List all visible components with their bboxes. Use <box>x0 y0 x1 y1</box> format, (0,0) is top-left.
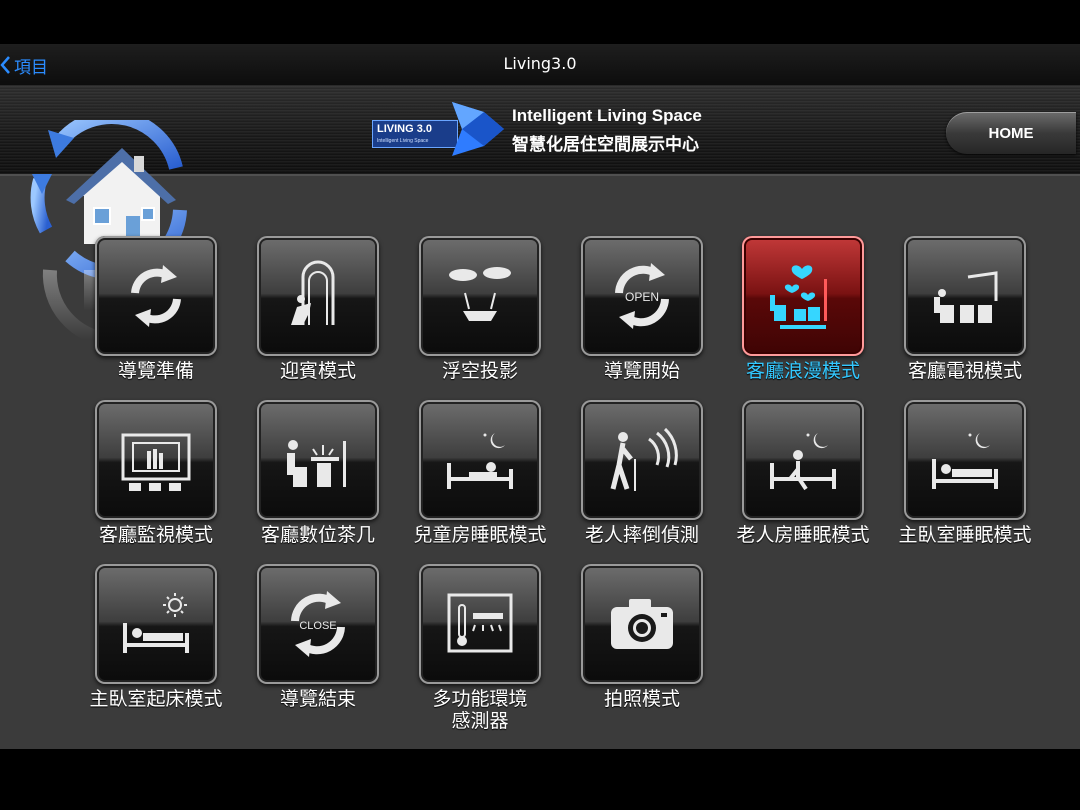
elder-bed-moon-icon <box>770 433 836 491</box>
welcome-door-icon <box>291 260 335 325</box>
mode-label: 兒童房睡眠模式 <box>413 524 547 546</box>
surveillance-monitor-icon <box>121 433 191 491</box>
bed-moon-icon <box>932 433 998 489</box>
tv-watching-icon <box>934 271 998 323</box>
navigation-bar: 項目 Living3.0 <box>0 44 1080 86</box>
mode-label-line1: 多功能環境 <box>432 688 528 710</box>
home-button[interactable]: HOME <box>946 112 1076 154</box>
logo-title-zh: 智慧化居住空間展示中心 <box>512 135 699 155</box>
mode-label: 導覽結束 <box>279 688 356 710</box>
mode-button[interactable]: CLOSE <box>257 564 379 684</box>
mode-button[interactable] <box>95 564 217 684</box>
mode-button[interactable] <box>419 400 541 520</box>
elder-fall-detect-icon <box>610 427 678 491</box>
camera-icon <box>611 599 673 649</box>
nav-title: Living3.0 <box>503 54 577 73</box>
cycle-arrows-icon <box>131 265 181 327</box>
digital-tea-table-icon <box>287 440 346 487</box>
mode-label: 浮空投影 <box>441 360 518 382</box>
logo-box: LIVING 3.0 Intelligent Living Space <box>372 120 458 148</box>
mode-button[interactable] <box>904 236 1026 356</box>
environment-sensor-icon <box>447 593 513 653</box>
mode-label-line2: 感測器 <box>451 710 509 732</box>
brand-logo: LIVING 3.0 Intelligent Living Space Inte… <box>372 98 752 158</box>
bed-sun-icon <box>123 593 189 653</box>
mode-button[interactable] <box>419 236 541 356</box>
mode-button[interactable] <box>257 400 379 520</box>
mode-button[interactable] <box>419 564 541 684</box>
mode-label: 客廳數位茶几 <box>260 524 375 546</box>
mode-label: 客廳電視模式 <box>907 360 1022 382</box>
mode-button[interactable] <box>95 236 217 356</box>
mode-label: 老人摔倒偵測 <box>584 524 699 546</box>
mode-button[interactable] <box>257 236 379 356</box>
mode-label: 主臥室睡眠模式 <box>898 524 1032 546</box>
svg-text:OPEN: OPEN <box>625 290 659 304</box>
mode-button[interactable] <box>904 400 1026 520</box>
open-cycle-icon: OPEN <box>615 263 669 329</box>
mode-label: 迎賓模式 <box>279 360 356 382</box>
app-stage: LIVING 3.0 Intelligent Living Space Inte… <box>0 86 1080 749</box>
close-cycle-icon: CLOSE <box>291 591 345 657</box>
logo-arrow-icon <box>452 102 504 156</box>
mode-label: 多功能環境 感測器 <box>389 688 571 732</box>
mode-label: 拍照模式 <box>603 688 680 710</box>
child-bed-moon-icon <box>447 433 513 489</box>
romance-hearts-icon <box>770 265 827 329</box>
mode-label: 導覽準備 <box>117 360 194 382</box>
logo-title-en: Intelligent Living Space <box>512 106 702 125</box>
mode-label: 導覽開始 <box>603 360 680 382</box>
mode-label: 老人房睡眠模式 <box>736 524 870 546</box>
mode-button[interactable]: OPEN <box>581 236 703 356</box>
mode-button[interactable] <box>581 400 703 520</box>
svg-text:CLOSE: CLOSE <box>299 620 336 632</box>
mode-label: 客廳監視模式 <box>98 524 213 546</box>
mode-button[interactable] <box>581 564 703 684</box>
logo-box-title: LIVING 3.0 <box>377 123 433 135</box>
mode-button[interactable] <box>742 236 864 356</box>
logo-box-subtitle: Intelligent Living Space <box>377 138 429 144</box>
mode-label: 主臥室起床模式 <box>89 688 223 710</box>
hologram-projection-icon <box>449 267 511 321</box>
mode-button[interactable] <box>95 400 217 520</box>
mode-button[interactable] <box>742 400 864 520</box>
mode-label: 客廳浪漫模式 <box>745 360 860 382</box>
